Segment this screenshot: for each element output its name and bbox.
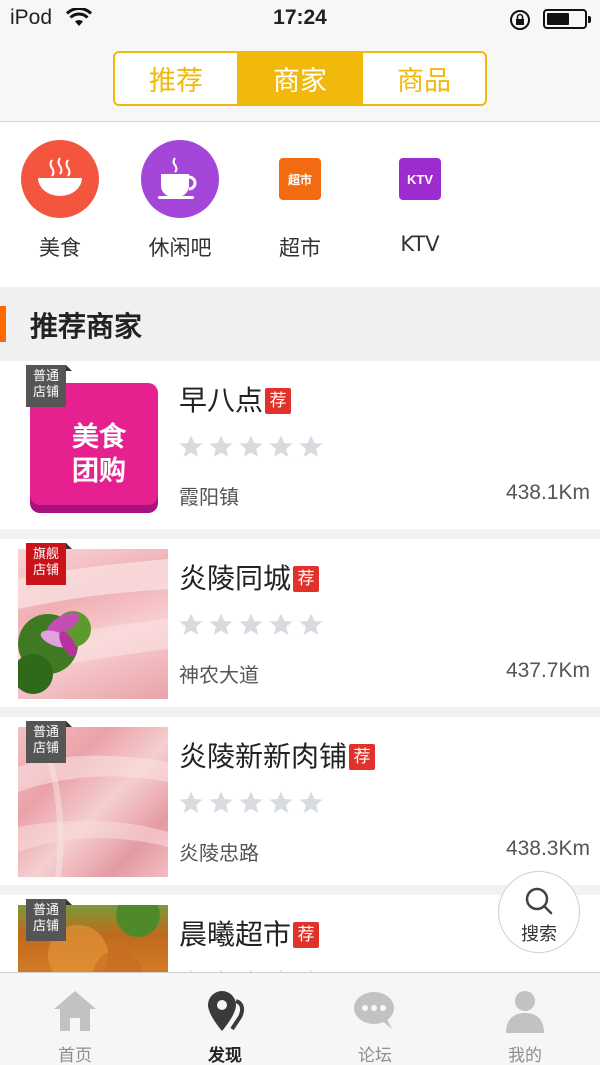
rating-stars	[178, 612, 324, 638]
search-button-label: 搜索	[521, 924, 557, 945]
tab-label: 我的	[508, 1046, 542, 1065]
star-icon	[179, 791, 203, 813]
section-header: 推荐商家	[0, 287, 600, 361]
shop-name: 炎陵新新肉铺荐	[179, 735, 376, 775]
shop-name: 晨曦超市荐	[179, 913, 320, 953]
recommended-badge: 荐	[293, 922, 320, 948]
shop-type-tag: 旗舰 店铺	[26, 543, 72, 585]
shop-address: 霞阳镇	[179, 485, 239, 509]
category-food[interactable]: 美食	[0, 140, 120, 262]
star-icon	[299, 791, 323, 813]
category-label: KTV	[400, 232, 440, 256]
logo-text: 团购	[72, 456, 126, 487]
shop-list-item[interactable]: 普通 店铺 炎陵新新肉铺荐 炎陵忠路 438.3Km	[0, 717, 600, 885]
tab-label: 首页	[58, 1046, 92, 1065]
star-icon	[269, 791, 293, 813]
section-title: 推荐商家	[30, 310, 143, 343]
shop-name: 炎陵同城荐	[179, 557, 320, 597]
star-icon	[239, 613, 263, 635]
segment-control: 推荐 商家 商品	[113, 51, 487, 106]
shop-list-item[interactable]: 美食 团购 普通 店铺 早八点荐 霞阳镇 438.1Km	[0, 361, 600, 529]
recommended-badge: 荐	[349, 744, 376, 770]
star-icon	[239, 791, 263, 813]
rating-stars	[178, 790, 324, 816]
person-icon	[506, 991, 544, 1033]
star-icon	[209, 613, 233, 635]
shop-name: 早八点荐	[179, 379, 292, 419]
shop-type-tag: 普通 店铺	[26, 365, 72, 407]
category-grid: 美食 休闲吧 超市 超市 KTV KTV	[0, 122, 600, 287]
home-icon	[54, 991, 96, 1031]
star-icon	[269, 613, 293, 635]
orientation-lock-icon	[510, 10, 530, 30]
star-icon	[179, 613, 203, 635]
status-bar: iPod 17:24	[0, 0, 600, 40]
star-icon	[269, 435, 293, 457]
search-button[interactable]: 搜索	[498, 871, 580, 953]
star-icon	[299, 435, 323, 457]
category-supermarket[interactable]: 超市 超市	[240, 140, 360, 262]
tab-forum[interactable]: 论坛	[300, 973, 450, 1065]
category-leisure[interactable]: 休闲吧	[120, 140, 240, 262]
star-icon	[209, 435, 233, 457]
shop-address: 炎陵忠路	[179, 841, 259, 865]
section-marker	[0, 306, 6, 342]
category-label: 美食	[39, 236, 81, 260]
logo-text: 美食	[72, 422, 126, 453]
bottom-tab-bar: 首页 发现 论坛 我的	[0, 972, 600, 1065]
shop-list-item[interactable]: 旗舰 店铺 炎陵同城荐 神农大道 437.7Km	[0, 539, 600, 707]
shop-address: 神农大道	[179, 663, 259, 687]
battery-icon	[543, 9, 591, 29]
supermarket-icon: 超市	[279, 158, 321, 200]
recommended-badge: 荐	[265, 388, 292, 414]
shop-distance: 437.7Km	[505, 659, 590, 682]
category-label: 休闲吧	[148, 236, 212, 260]
ktv-icon: KTV	[399, 158, 441, 200]
shop-type-tag: 普通 店铺	[26, 721, 72, 763]
segment-products[interactable]: 商品	[361, 53, 485, 104]
tab-label: 论坛	[358, 1046, 392, 1065]
search-icon	[525, 887, 553, 915]
category-label: 超市	[279, 236, 321, 260]
segment-recommend[interactable]: 推荐	[115, 53, 237, 104]
star-icon	[179, 435, 203, 457]
chat-bubble-icon	[354, 992, 394, 1029]
tab-label: 发现	[208, 1046, 242, 1065]
segment-merchants[interactable]: 商家	[237, 53, 361, 104]
shop-type-tag: 普通 店铺	[26, 899, 72, 941]
shop-distance: 438.3Km	[505, 837, 590, 860]
coffee-cup-icon	[141, 140, 219, 218]
recommended-badge: 荐	[293, 566, 320, 592]
bowl-icon	[21, 140, 99, 218]
location-pin-icon	[208, 991, 245, 1031]
tab-mine[interactable]: 我的	[450, 973, 600, 1065]
top-nav-bar: 推荐 商家 商品	[0, 40, 600, 122]
shop-distance: 438.1Km	[505, 481, 590, 504]
rating-stars	[178, 434, 324, 460]
star-icon	[239, 435, 263, 457]
tab-discover[interactable]: 发现	[150, 973, 300, 1065]
star-icon	[299, 613, 323, 635]
star-icon	[209, 791, 233, 813]
category-ktv[interactable]: KTV KTV	[360, 140, 480, 256]
tab-home[interactable]: 首页	[0, 973, 150, 1065]
